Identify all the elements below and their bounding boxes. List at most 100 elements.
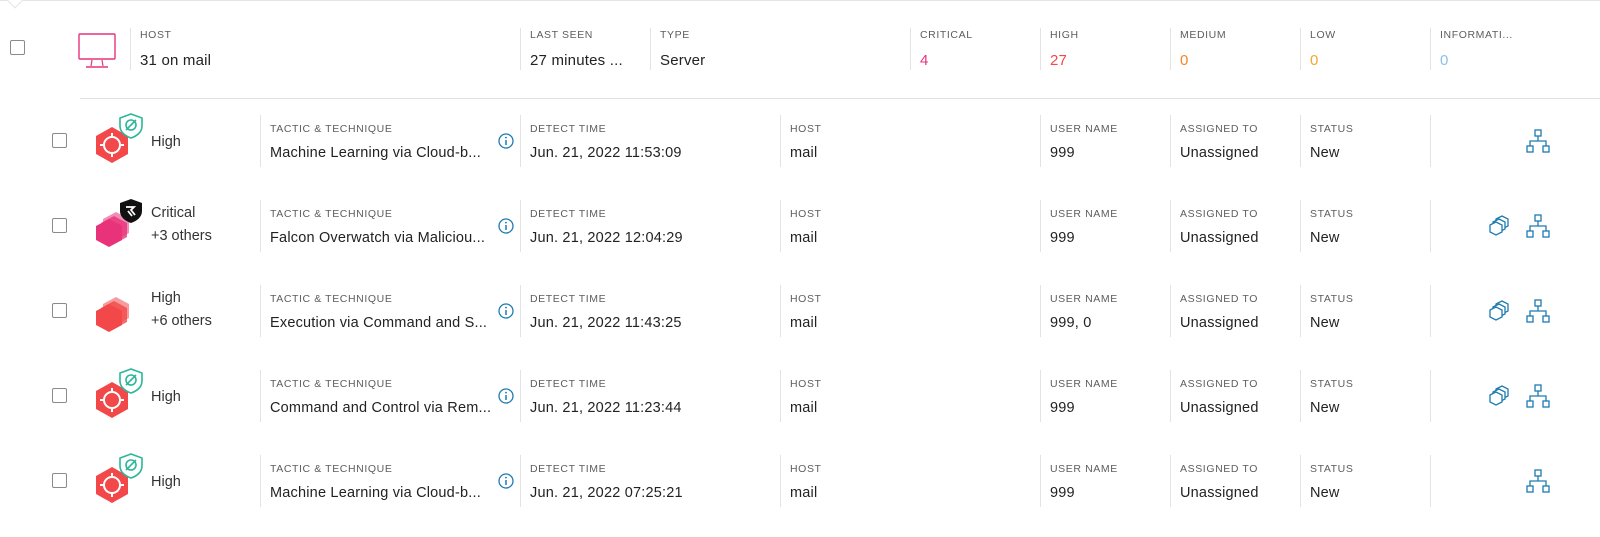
host-column: HOST 31 on mail [140,29,510,69]
process-tree-icon[interactable] [1525,298,1551,324]
detect-time-label: DETECT TIME [530,293,607,305]
assigned-to-value[interactable]: Unassigned [1180,315,1290,331]
assigned-to-column: ASSIGNED TO Unassigned [1180,208,1290,246]
info-icon[interactable] [498,218,514,234]
detect-time-column: DETECT TIME Jun. 21, 2022 12:04:29 [530,208,770,246]
host-column: HOST mail [790,123,1030,161]
related-detections-icon[interactable] [1487,298,1513,324]
detect-time-label: DETECT TIME [530,378,607,390]
divider [260,200,261,252]
process-tree-icon[interactable] [1525,468,1551,494]
assigned-to-column: ASSIGNED TO Unassigned [1180,293,1290,331]
info-icon[interactable] [498,133,514,149]
status-value[interactable]: New [1310,145,1420,161]
divider [520,370,521,422]
info-icon[interactable] [498,388,514,404]
host-group-header[interactable]: HOST 31 on mail LAST SEEN 27 minutes ...… [0,0,1600,99]
status-value[interactable]: New [1310,315,1420,331]
tactic-column: TACTIC & TECHNIQUE Execution via Command… [270,293,496,331]
detection-select-checkbox[interactable] [52,473,67,488]
assigned-to-column: ASSIGNED TO Unassigned [1180,123,1290,161]
detection-select-checkbox[interactable] [52,388,67,403]
informational-count: 0 [1440,52,1449,69]
detection-row[interactable]: Critical +3 others TACTIC & TECHNIQUE Fa… [0,184,1600,269]
host-select-checkbox[interactable] [10,40,25,55]
user-name-column: USER NAME 999 [1050,378,1160,416]
critical-count-column: CRITICAL 4 [920,29,1030,69]
assigned-to-label: ASSIGNED TO [1180,293,1258,305]
divider [1040,28,1041,70]
detect-time-column: DETECT TIME Jun. 21, 2022 11:23:44 [530,378,770,416]
divider [780,455,781,507]
assigned-to-column: ASSIGNED TO Unassigned [1180,463,1290,501]
host-value: mail [790,145,818,161]
severity-others[interactable]: +6 others [151,310,212,333]
tactic-value[interactable]: Machine Learning via Cloud-b... [270,485,496,501]
assigned-to-label: ASSIGNED TO [1180,208,1258,220]
info-icon[interactable] [498,303,514,319]
divider [1040,115,1041,167]
status-column: STATUS New [1310,463,1420,501]
process-tree-icon[interactable] [1525,383,1551,409]
tactic-label: TACTIC & TECHNIQUE [270,123,393,135]
related-detections-icon[interactable] [1487,383,1513,409]
status-value[interactable]: New [1310,230,1420,246]
assigned-to-value[interactable]: Unassigned [1180,400,1290,416]
last-seen-label: LAST SEEN [530,29,593,41]
detection-row[interactable]: High TACTIC & TECHNIQUE Command and Cont… [0,354,1600,439]
info-icon[interactable] [498,473,514,489]
user-name-label: USER NAME [1050,293,1118,305]
tactic-value[interactable]: Falcon Overwatch via Maliciou... [270,230,496,246]
high-count: 27 [1050,52,1068,69]
severity-text: High [151,471,181,494]
process-tree-icon[interactable] [1525,128,1551,154]
divider [1300,28,1301,70]
assigned-to-value[interactable]: Unassigned [1180,485,1290,501]
status-label: STATUS [1310,208,1354,220]
low-count-column: LOW 0 [1310,29,1420,69]
divider [520,285,521,337]
detection-select-checkbox[interactable] [52,303,67,318]
overwatch-icon [118,198,144,224]
severity-text: High +6 others [151,287,212,333]
severity-label: High [151,134,181,150]
related-detections-icon[interactable] [1487,213,1513,239]
status-column: STATUS New [1310,293,1420,331]
user-name-label: USER NAME [1050,463,1118,475]
divider [260,115,261,167]
user-name-value: 999 [1050,400,1075,416]
detection-select-checkbox[interactable] [52,218,67,233]
low-label: LOW [1310,29,1336,41]
divider [1300,200,1301,252]
detection-row[interactable]: High TACTIC & TECHNIQUE Machine Learning… [0,99,1600,184]
detect-time-column: DETECT TIME Jun. 21, 2022 11:43:25 [530,293,770,331]
tactic-value[interactable]: Machine Learning via Cloud-b... [270,145,496,161]
status-value[interactable]: New [1310,400,1420,416]
severity-label: High [151,389,181,405]
tactic-value[interactable]: Command and Control via Rem... [270,400,496,416]
tactic-label: TACTIC & TECHNIQUE [270,378,393,390]
divider [520,455,521,507]
assigned-to-value[interactable]: Unassigned [1180,145,1290,161]
status-label: STATUS [1310,123,1354,135]
assigned-to-value[interactable]: Unassigned [1180,230,1290,246]
divider [260,455,261,507]
process-tree-icon[interactable] [1525,213,1551,239]
detection-select-checkbox[interactable] [52,133,67,148]
severity-others[interactable]: +3 others [151,225,212,248]
last-seen-value: 27 minutes ... [530,52,623,69]
host-name[interactable]: 31 on mail [140,52,510,69]
status-label: STATUS [1310,463,1354,475]
tactic-value[interactable]: Execution via Command and S... [270,315,496,331]
informational-count-column: INFORMATI... 0 [1440,29,1560,69]
detection-row[interactable]: High +6 others TACTIC & TECHNIQUE Execut… [0,269,1600,354]
tactic-column: TACTIC & TECHNIQUE Falcon Overwatch via … [270,208,496,246]
user-name-column: USER NAME 999 [1050,208,1160,246]
medium-count: 0 [1180,52,1189,69]
user-name-value: 999 [1050,145,1075,161]
detect-time-label: DETECT TIME [530,208,607,220]
detect-time-label: DETECT TIME [530,123,607,135]
status-value[interactable]: New [1310,485,1420,501]
detection-row[interactable]: High TACTIC & TECHNIQUE Machine Learning… [0,439,1600,524]
low-count: 0 [1310,52,1319,69]
